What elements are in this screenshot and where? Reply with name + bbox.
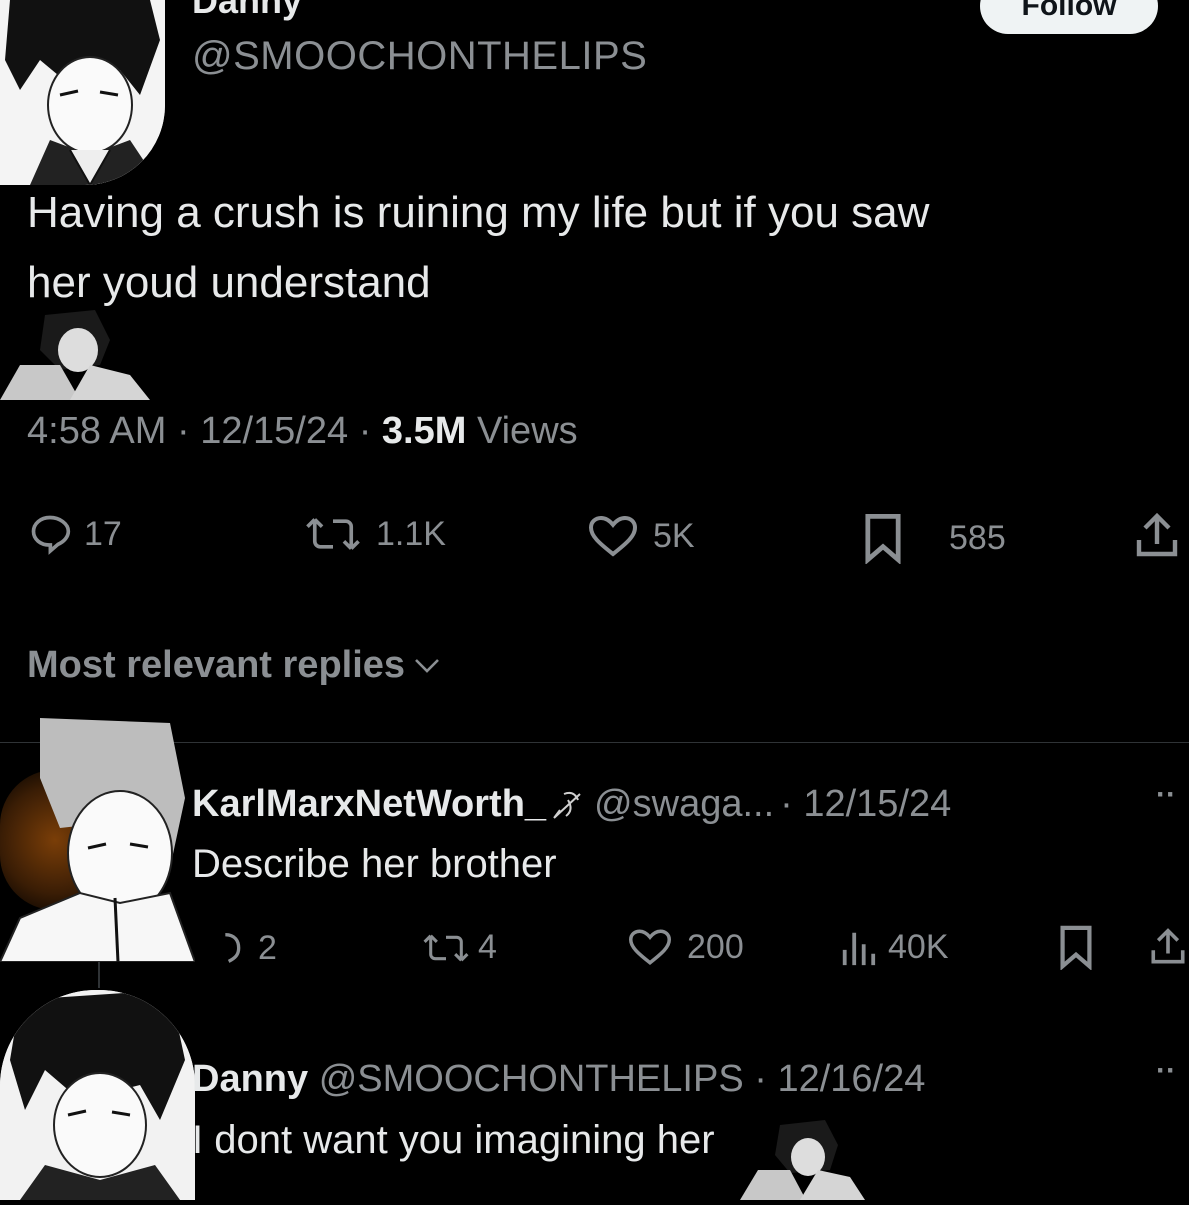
reply-display-name[interactable]: KarlMarxNetWorth_ [192,783,546,826]
share-icon [1150,924,1186,970]
bookmark-count: 585 [949,518,1006,557]
reply-text: I dont want you imagining her [192,1118,715,1162]
reply-header: Danny @SMOOCHONTHELIPS · 12/16/24 [192,1058,925,1101]
meta-separator: · [358,410,372,452]
more-icon[interactable]: ·· [1156,778,1176,812]
reply-avatar[interactable] [0,718,195,962]
tweet-meta: 4:58 AM · 12/15/24 · 3.5M Views [27,410,578,453]
like-button[interactable]: 5K [585,512,695,560]
retweet-icon [302,512,364,556]
heart-icon [585,512,641,560]
share-icon [1135,512,1179,560]
reply-handle[interactable]: @SMOOCHONTHELIPS [319,1058,744,1100]
views-count: 3.5M [381,410,467,452]
replies-filter[interactable]: Most relevant replies [27,644,441,687]
share-button[interactable] [1135,512,1179,560]
reply-retweet-button[interactable]: 4 [420,928,497,967]
views-label: Views [476,410,578,452]
sticker-image [740,1115,865,1200]
replies-filter-label: Most relevant replies [27,644,406,686]
reply-handle[interactable]: @swaga... [594,783,774,826]
author-handle[interactable]: @SMOOCHONTHELIPS [192,34,647,79]
retweet-icon [420,929,472,967]
retweet-button[interactable]: 1.1K [302,512,446,556]
bookmark-icon [863,512,903,564]
reply-icon [220,928,244,968]
meta-separator: · [176,410,190,452]
reply-date[interactable]: · 12/16/24 [754,1058,925,1100]
tweet-text-line-1: Having a crush is ruining my life but if… [27,188,930,237]
bookmark-button[interactable]: 585 [863,512,1006,564]
reply-button[interactable]: 17 [28,512,122,556]
tweet-date[interactable]: 12/15/24 [200,410,348,452]
reply-header: KarlMarxNetWorth_ @swaga... · 12/15/24 [192,783,951,826]
reply-display-name[interactable]: Danny [192,1058,308,1100]
reply-share-button[interactable] [1150,924,1186,970]
thread-line [98,962,100,988]
reply-icon [28,512,72,556]
reply-reply-count: 2 [258,928,277,967]
reply-text: Describe her brother [192,842,557,886]
tweet-time: 4:58 AM [27,410,167,452]
reply-like-count: 200 [687,927,744,966]
like-count: 5K [653,516,695,555]
reply-count: 17 [84,514,122,553]
heart-icon [625,926,675,968]
reply-date[interactable]: · 12/15/24 [780,783,951,826]
author-display-name[interactable]: Danny [192,0,302,22]
reply-views-count: 40K [888,928,949,966]
author-avatar[interactable] [0,0,165,185]
tweet-text-line-2: her youd understand [27,258,431,307]
reply-retweet-count: 4 [478,928,497,966]
reply-avatar[interactable] [0,990,195,1200]
sticker-image [0,305,155,400]
reply-reply-button[interactable]: 2 [220,928,277,968]
reply-views-button[interactable]: 40K [840,928,949,967]
follow-button[interactable]: Follow [980,0,1158,34]
bird-badge-icon [550,788,586,822]
reply-like-button[interactable]: 200 [625,926,744,968]
retweet-count: 1.1K [376,514,446,553]
more-icon[interactable]: ·· [1156,1054,1176,1088]
reply-bookmark-button[interactable] [1058,924,1094,970]
bookmark-icon [1058,924,1094,970]
views-icon [840,929,876,967]
chevron-down-icon [413,656,441,676]
